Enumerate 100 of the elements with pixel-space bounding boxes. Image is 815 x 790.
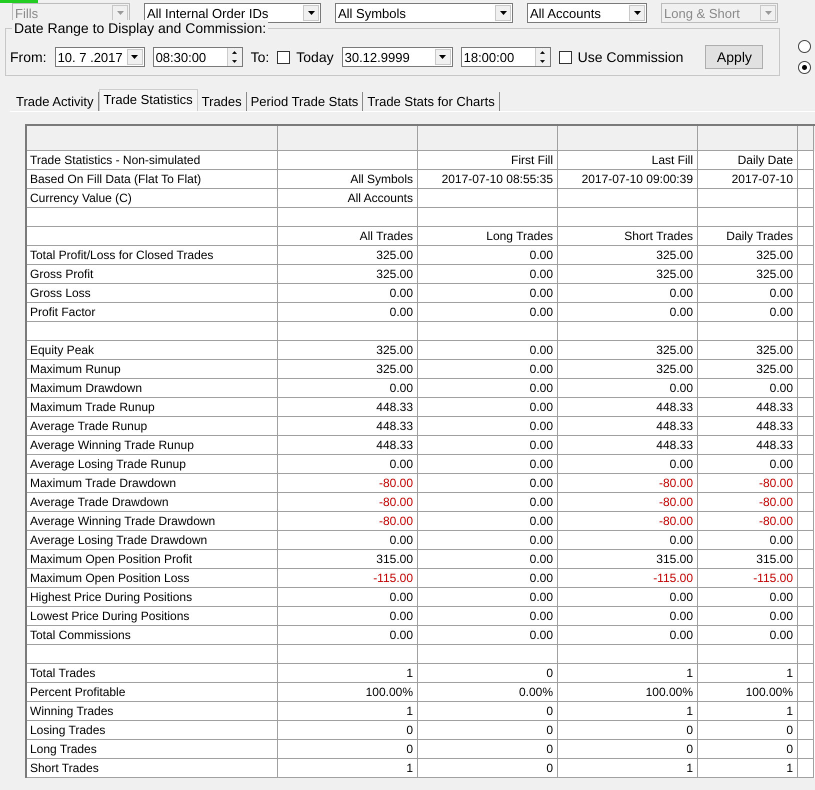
- table-cell: Maximum Trade Drawdown: [27, 474, 278, 493]
- table-cell: 0.00: [558, 607, 698, 626]
- table-cell: 0.00: [558, 379, 698, 398]
- table-cell: 0: [418, 721, 558, 740]
- table-cell: Losing Trades: [27, 721, 278, 740]
- dropdown-arrow-icon: [500, 11, 506, 15]
- table-cell: 0.00: [418, 341, 558, 360]
- dropdown-arrow-icon: [764, 11, 772, 15]
- checkbox[interactable]: [277, 50, 290, 64]
- radio-button[interactable]: [798, 61, 811, 74]
- table-cell: 0.00: [558, 588, 698, 607]
- table-cell: Average Winning Trade Drawdown: [27, 512, 278, 531]
- table-cell: -115.00: [278, 569, 418, 588]
- tab[interactable]: Trade Stats for Charts: [363, 92, 500, 111]
- dropdown[interactable]: 30.12.9999: [342, 47, 453, 67]
- table-cell: 325.00: [698, 265, 798, 284]
- table-cell: 0.00: [418, 550, 558, 569]
- table-cell: 315.00: [278, 550, 418, 569]
- table-cell: 0.00: [418, 474, 558, 493]
- table-cell: [798, 474, 814, 493]
- table-cell: 0.00: [698, 379, 798, 398]
- table-cell: 1: [278, 664, 418, 683]
- table-cell: 100.00%: [278, 683, 418, 702]
- table-cell: Maximum Trade Runup: [27, 398, 278, 417]
- table-cell: 0.00: [698, 626, 798, 645]
- table-cell: -80.00: [278, 512, 418, 531]
- table-cell: 0: [558, 740, 698, 759]
- table-cell: Average Winning Trade Runup: [27, 436, 278, 455]
- table-cell: 0.00: [278, 284, 418, 303]
- apply-button[interactable]: Apply: [705, 45, 764, 69]
- table-cell: Highest Price During Positions: [27, 588, 278, 607]
- table-cell: 0.00: [698, 588, 798, 607]
- table-cell: 0.00: [278, 607, 418, 626]
- table-cell: 0.00%: [418, 683, 558, 702]
- radio-button[interactable]: [798, 40, 811, 53]
- table-cell: [798, 493, 814, 512]
- table-cell: Maximum Drawdown: [27, 379, 278, 398]
- table-cell: [798, 664, 814, 683]
- table-cell: 0.00: [278, 379, 418, 398]
- table-cell: [798, 607, 814, 626]
- table-cell: Average Trade Drawdown: [27, 493, 278, 512]
- table-cell: Based On Fill Data (Flat To Flat): [27, 170, 278, 189]
- table-cell: 0.00: [558, 531, 698, 550]
- tab[interactable]: Period Trade Stats: [246, 92, 364, 111]
- table-cell: -80.00: [698, 512, 798, 531]
- table-cell: Last Fill: [558, 151, 698, 170]
- table-cell: [798, 702, 814, 721]
- table-cell: 448.33: [558, 398, 698, 417]
- checkbox-label[interactable]: Today: [296, 49, 334, 65]
- table-cell: 0.00: [418, 455, 558, 474]
- table-cell: 448.33: [698, 417, 798, 436]
- table-cell: 0.00: [418, 303, 558, 322]
- table-cell: 0.00: [418, 417, 558, 436]
- table-cell: [798, 265, 814, 284]
- time-field[interactable]: 18:00:00: [460, 47, 551, 67]
- tab[interactable]: Trades: [198, 92, 247, 111]
- table-cell: 315.00: [698, 550, 798, 569]
- table-cell: 0.00: [698, 284, 798, 303]
- table-cell: 0: [418, 702, 558, 721]
- table-cell: 0.00: [558, 455, 698, 474]
- dropdown[interactable]: 10. 7 .2017: [54, 47, 145, 67]
- table-cell: [798, 588, 814, 607]
- table-cell: 0.00: [698, 455, 798, 474]
- table-cell: 1: [698, 759, 798, 778]
- dropdown[interactable]: All Symbols: [335, 3, 513, 23]
- table-cell: 0.00: [558, 284, 698, 303]
- table-cell: 0.00: [418, 436, 558, 455]
- table-cell: [798, 170, 814, 189]
- table-cell: -80.00: [558, 474, 698, 493]
- dropdown[interactable]: All Accounts: [527, 3, 647, 23]
- table-cell: 0.00: [418, 512, 558, 531]
- table-cell: Total Commissions: [27, 626, 278, 645]
- table-cell: 448.33: [698, 436, 798, 455]
- table-cell: Average Losing Trade Drawdown: [27, 531, 278, 550]
- table-cell: 0.00: [418, 398, 558, 417]
- table-cell: 1: [698, 664, 798, 683]
- table-cell: Total Profit/Loss for Closed Trades: [27, 246, 278, 265]
- table-cell: 0.00: [418, 607, 558, 626]
- table-cell: 325.00: [558, 246, 698, 265]
- table-cell: [798, 455, 814, 474]
- table-cell: 0.00: [418, 360, 558, 379]
- table-cell: [798, 683, 814, 702]
- table-cell: 0.00: [418, 531, 558, 550]
- table-cell: 0.00: [418, 569, 558, 588]
- table-cell: [798, 227, 814, 246]
- time-field[interactable]: 08:30:00: [152, 47, 243, 67]
- table-cell: [798, 740, 814, 759]
- table-cell: 0: [698, 740, 798, 759]
- table-cell: Total Trades: [27, 664, 278, 683]
- table-cell: 0.00: [418, 379, 558, 398]
- tab[interactable]: Trade Statistics: [98, 89, 198, 111]
- table-cell: 1: [558, 759, 698, 778]
- table-cell: 325.00: [278, 341, 418, 360]
- table-cell: 0: [558, 721, 698, 740]
- checkbox-label[interactable]: Use Commission: [578, 49, 684, 65]
- table-cell: [798, 189, 814, 208]
- table-cell: 100.00%: [558, 683, 698, 702]
- checkbox[interactable]: [558, 50, 572, 64]
- table-cell: -80.00: [558, 512, 698, 531]
- table-cell: Daily Date: [698, 151, 798, 170]
